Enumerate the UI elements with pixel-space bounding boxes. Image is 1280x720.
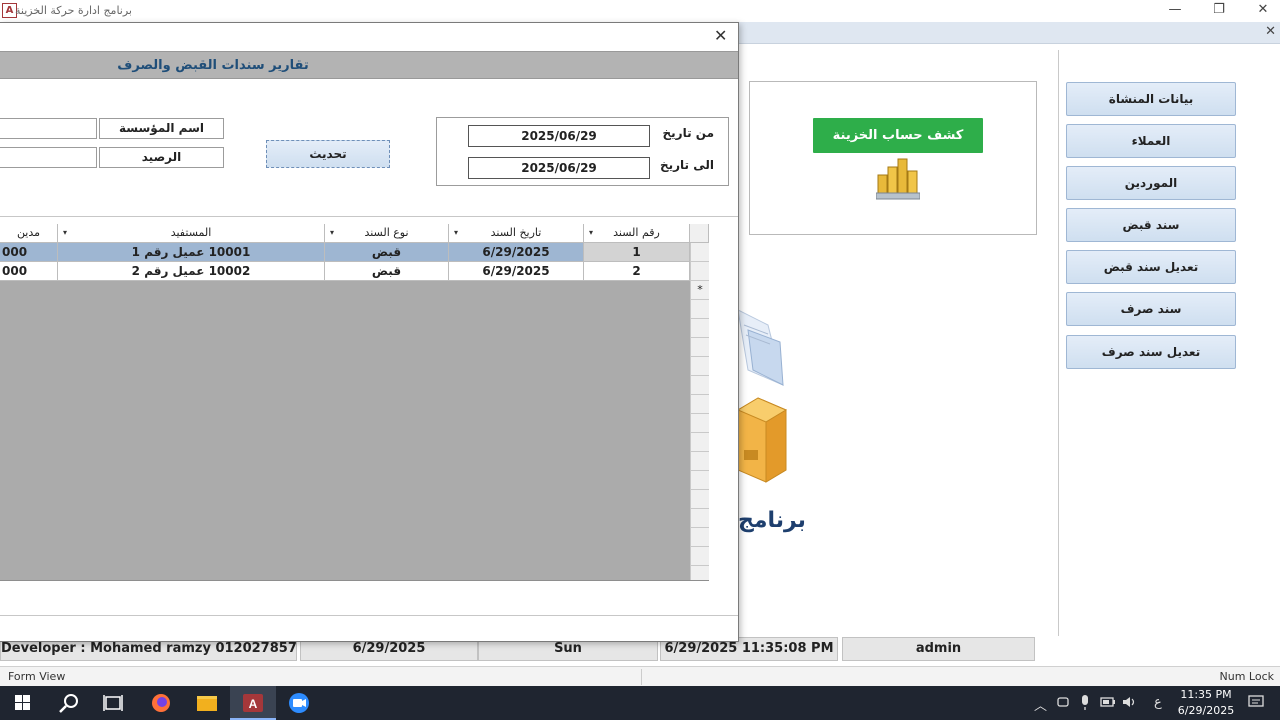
background-program-text: برنامج [738, 508, 806, 533]
user-status: admin [842, 637, 1035, 661]
meet-now-icon[interactable] [1056, 695, 1070, 713]
cell-beneficiary[interactable]: 10002 عميل رقم 2 [58, 262, 325, 281]
balance-input[interactable] [0, 147, 97, 168]
nav-edit-receipt-voucher-button[interactable]: تعديل سند قبض [1066, 250, 1236, 284]
search-icon[interactable] [46, 686, 92, 720]
sort-arrow-icon[interactable]: ▾ [330, 224, 334, 242]
nav-suppliers-button[interactable]: الموردين [1066, 166, 1236, 200]
cell-voucher-date[interactable]: 6/29/2025 [449, 243, 584, 262]
nav-divider [1058, 50, 1059, 636]
firefox-icon[interactable] [138, 686, 184, 720]
divider [641, 669, 642, 685]
zoom-icon[interactable] [276, 686, 322, 720]
report-title: تقارير سندات القبض والصرف [117, 58, 309, 73]
report-close-button[interactable]: ✕ [714, 26, 727, 45]
nav-receipt-voucher-button[interactable]: سند قبض [1066, 208, 1236, 242]
cell-voucher-date[interactable]: 6/29/2025 [449, 262, 584, 281]
column-header-beneficiary[interactable]: المستفيد ▾ [58, 224, 325, 243]
divider [0, 615, 738, 616]
treasury-statement-button[interactable]: كشف حساب الخزينة [813, 118, 983, 153]
battery-icon[interactable] [1100, 695, 1116, 713]
cell-debit[interactable]: 000 [0, 262, 58, 281]
nav-company-data-button[interactable]: بيانات المنشاة [1066, 82, 1236, 116]
title-bar: A برنامج ادارة حركة الخزينة ✕ ❐ — [0, 0, 1280, 22]
clock-date[interactable]: 6/29/2025 [1176, 704, 1236, 717]
window-restore-button[interactable]: ❐ [1204, 1, 1234, 19]
report-header: تقارير سندات القبض والصرف [0, 51, 738, 79]
window-close-button[interactable]: ✕ [1248, 1, 1278, 19]
nav-customers-button[interactable]: العملاء [1066, 124, 1236, 158]
volume-icon[interactable] [1122, 695, 1138, 713]
main-form-header-strip [738, 22, 1280, 44]
sort-arrow-icon[interactable]: ▾ [63, 224, 67, 242]
column-header-voucher-number[interactable]: رقم السند ▾ [584, 224, 690, 243]
sort-arrow-icon[interactable]: ▾ [454, 224, 458, 242]
main-form-close-button[interactable]: ✕ [1265, 24, 1276, 39]
nav-edit-payment-voucher-button[interactable]: تعديل سند صرف [1066, 335, 1236, 369]
cell-voucher-type[interactable]: قبض [325, 262, 449, 281]
access-icon[interactable]: A [230, 686, 276, 720]
column-header-voucher-date[interactable]: تاريخ السند ▾ [449, 224, 584, 243]
cell-voucher-number[interactable]: 1 [584, 243, 690, 262]
access-status-bar: Form View Num Lock [0, 666, 1280, 686]
sort-arrow-icon[interactable]: ▾ [589, 224, 593, 242]
row-selector[interactable] [690, 262, 709, 281]
divider [0, 216, 738, 217]
company-name-input[interactable] [0, 118, 97, 139]
app-title: برنامج ادارة حركة الخزينة [15, 4, 132, 17]
new-row-marker[interactable]: * [690, 281, 709, 300]
cell-beneficiary[interactable]: 10001 عميل رقم 1 [58, 243, 325, 262]
cell-voucher-type[interactable]: قبض [325, 243, 449, 262]
from-date-label: من تاريخ [662, 126, 714, 140]
column-header-voucher-type[interactable]: نوع السند ▾ [325, 224, 449, 243]
clock-time[interactable]: 11:35 PM [1180, 688, 1232, 701]
notifications-icon[interactable] [1248, 695, 1264, 713]
to-date-input[interactable]: 2025/06/29 [468, 157, 650, 179]
nav-payment-voucher-button[interactable]: سند صرف [1066, 292, 1236, 326]
column-header-debit[interactable]: مدين [0, 224, 58, 243]
window-minimize-button[interactable]: — [1160, 1, 1190, 19]
from-date-input[interactable]: 2025/06/29 [468, 125, 650, 147]
task-view-icon[interactable] [90, 686, 136, 720]
coins-icon[interactable] [875, 155, 921, 201]
company-name-label: اسم المؤسسة [99, 118, 224, 139]
row-selector[interactable] [690, 243, 709, 262]
input-language-indicator[interactable]: ع [1154, 695, 1162, 710]
documents-boxes-illustration [736, 309, 788, 483]
select-all-corner[interactable] [690, 224, 709, 243]
balance-label: الرصيد [99, 147, 224, 168]
empty-row-selectors [690, 300, 709, 580]
background-illustration [736, 270, 874, 490]
svg-text:A: A [249, 697, 258, 711]
taskbar: A ︿ ع 11:35 PM 6/29/2025 [0, 686, 1280, 720]
view-mode-text: Form View [8, 670, 66, 683]
file-explorer-icon[interactable] [184, 686, 230, 720]
microphone-icon[interactable] [1079, 695, 1091, 715]
to-date-label: الى تاريخ [659, 158, 714, 172]
numlock-indicator: Num Lock [1219, 670, 1275, 683]
windows-start-icon[interactable] [0, 686, 46, 720]
refresh-button[interactable]: تحديث [266, 140, 390, 168]
cell-voucher-number[interactable]: 2 [584, 262, 690, 281]
show-hidden-icons-chevron-icon[interactable]: ︿ [1034, 695, 1047, 714]
cell-debit[interactable]: 000 [0, 243, 58, 262]
